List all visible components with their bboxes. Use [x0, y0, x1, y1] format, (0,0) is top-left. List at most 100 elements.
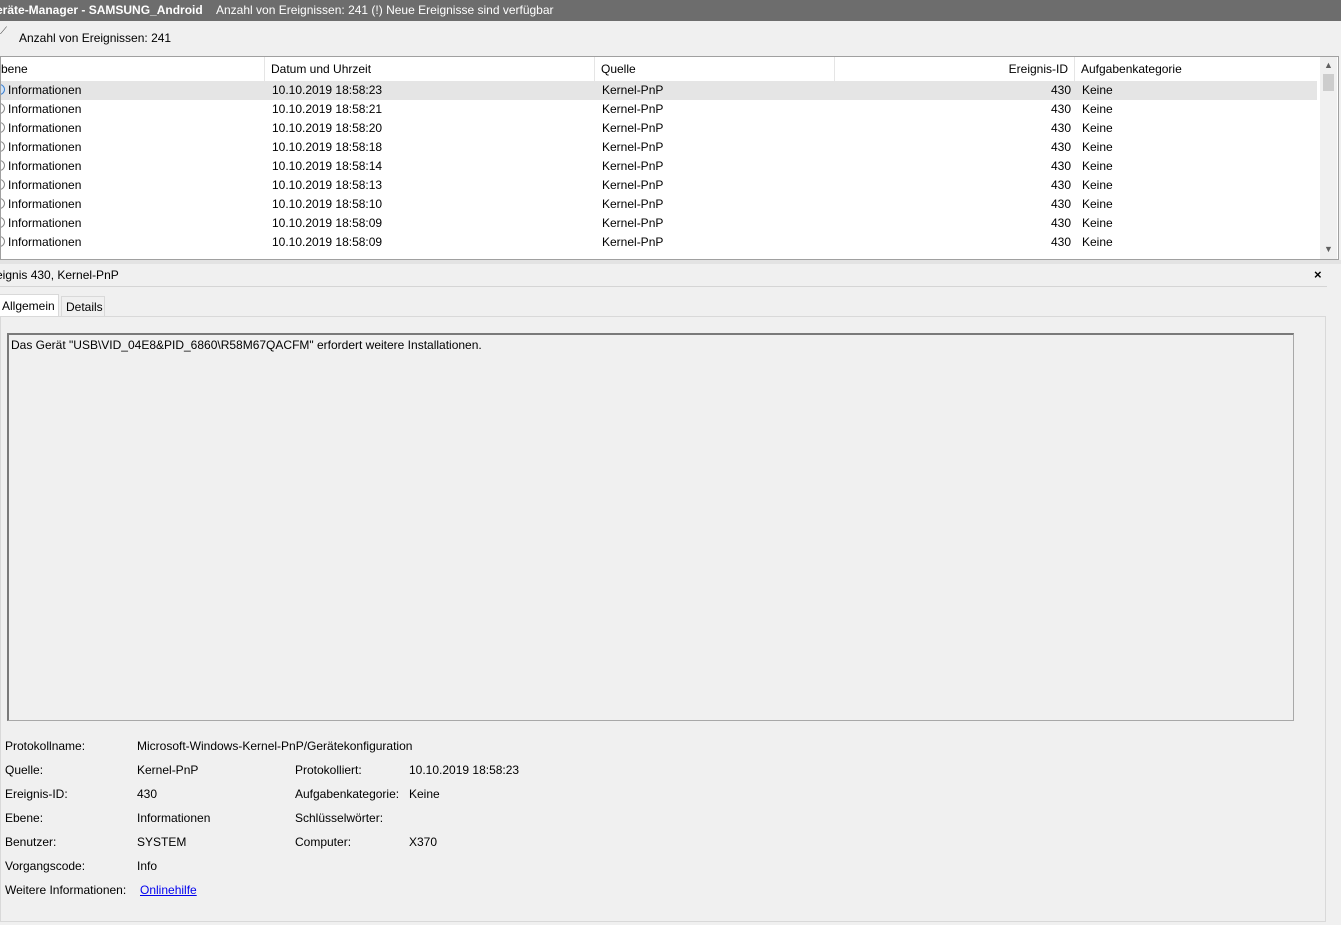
filter-icon[interactable]: ⟋: [0, 27, 8, 37]
info-icon: [1, 84, 5, 95]
table-row[interactable]: Informationen 10.10.2019 18:58:09 Kernel-P…: [1, 214, 1317, 233]
cell-date: 10.10.2019 18:58:14: [272, 159, 383, 173]
cell-level: Informationen: [8, 216, 82, 230]
cell-task-category: Keine: [1082, 159, 1113, 173]
info-icon: [1, 217, 5, 228]
table-row[interactable]: Informationen 10.10.2019 18:58:13 Kernel-P…: [1, 176, 1317, 195]
label-log-name: Protokollname:: [5, 739, 86, 753]
value-user: SYSTEM: [137, 835, 187, 849]
cell-date: 10.10.2019 18:58:18: [272, 140, 383, 154]
info-icon: [1, 160, 5, 171]
table-row[interactable]: Informationen 10.10.2019 18:58:23 Kernel-P…: [1, 81, 1317, 100]
cell-event-id: 430: [1050, 102, 1071, 116]
cell-task-category: Keine: [1082, 216, 1113, 230]
value-task-category: Keine: [409, 787, 440, 801]
cell-level: Informationen: [8, 121, 82, 135]
cell-date: 10.10.2019 18:58:23: [272, 83, 383, 97]
table-row[interactable]: Informationen 10.10.2019 18:58:20 Kernel-P…: [1, 119, 1317, 138]
cell-task-category: Keine: [1082, 121, 1113, 135]
label-logged: Protokolliert:: [295, 763, 362, 777]
cell-source: Kernel-PnP: [602, 178, 664, 192]
table-row[interactable]: Informationen 10.10.2019 18:58:09 Kernel-P…: [1, 233, 1317, 252]
info-icon: [1, 198, 5, 209]
close-icon[interactable]: ×: [1314, 264, 1322, 286]
cell-task-category: Keine: [1082, 235, 1113, 249]
cell-date: 10.10.2019 18:58:10: [272, 197, 383, 211]
cell-level: Informationen: [8, 140, 82, 154]
label-opcode: Vorgangscode:: [5, 859, 86, 873]
value-logged: 10.10.2019 18:58:23: [409, 763, 520, 777]
cell-source: Kernel-PnP: [602, 140, 664, 154]
cell-source: Kernel-PnP: [602, 102, 664, 116]
label-source: Quelle:: [5, 763, 44, 777]
column-header-event-id[interactable]: Ereignis-ID: [835, 57, 1075, 81]
table-row[interactable]: Informationen 10.10.2019 18:58:18 Kernel-P…: [1, 138, 1317, 157]
scroll-up-icon[interactable]: ▲: [1323, 59, 1334, 71]
scroll-down-icon[interactable]: ▼: [1323, 243, 1334, 255]
cell-level: Informationen: [8, 102, 82, 116]
info-icon: [1, 141, 5, 152]
info-icon: [1, 103, 5, 114]
detail-title: eignis 430, Kernel-PnP: [0, 268, 119, 282]
table-header: bene Datum und Uhrzeit Quelle Ereignis-I…: [1, 57, 1317, 82]
cell-level: Informationen: [8, 197, 82, 211]
label-task-category: Aufgabenkategorie:: [295, 787, 400, 801]
cell-source: Kernel-PnP: [602, 83, 664, 97]
cell-date: 10.10.2019 18:58:13: [272, 178, 383, 192]
column-header-level[interactable]: bene: [1, 57, 265, 81]
cell-event-id: 430: [1050, 83, 1071, 97]
cell-event-id: 430: [1050, 121, 1071, 135]
cell-date: 10.10.2019 18:58:09: [272, 235, 383, 249]
cell-task-category: Keine: [1082, 102, 1113, 116]
column-header-date[interactable]: Datum und Uhrzeit: [265, 57, 595, 81]
label-user: Benutzer:: [5, 835, 57, 849]
event-count-bar: Anzahl von Ereignissen: 241: [0, 22, 1341, 55]
cell-event-id: 430: [1050, 159, 1071, 173]
detail-header: eignis 430, Kernel-PnP ×: [0, 264, 1341, 287]
scroll-thumb[interactable]: [1323, 74, 1334, 91]
label-more-info: Weitere Informationen:: [5, 883, 127, 897]
cell-source: Kernel-PnP: [602, 159, 664, 173]
tab-general[interactable]: Allgemein: [0, 294, 59, 317]
cell-date: 10.10.2019 18:58:09: [272, 216, 383, 230]
table-row[interactable]: Informationen 10.10.2019 18:58:21 Kernel-P…: [1, 100, 1317, 119]
value-level: Informationen: [137, 811, 211, 825]
info-icon: [1, 236, 5, 247]
cell-level: Informationen: [8, 235, 82, 249]
table-row[interactable]: Informationen 10.10.2019 18:58:10 Kernel-P…: [1, 195, 1317, 214]
cell-event-id: 430: [1050, 197, 1071, 211]
cell-date: 10.10.2019 18:58:21: [272, 102, 383, 116]
value-event-id: 430: [137, 787, 158, 801]
cell-level: Informationen: [8, 83, 82, 97]
table-body: Informationen 10.10.2019 18:58:23 Kernel-P…: [1, 81, 1317, 252]
value-log-name: Microsoft-Windows-Kernel-PnP/Gerätekonfi…: [137, 739, 413, 753]
label-keywords: Schlüsselwörter:: [295, 811, 384, 825]
value-opcode: Info: [137, 859, 158, 873]
info-icon: [1, 179, 5, 190]
cell-level: Informationen: [8, 159, 82, 173]
cell-source: Kernel-PnP: [602, 235, 664, 249]
cell-task-category: Keine: [1082, 83, 1113, 97]
label-level: Ebene:: [5, 811, 44, 825]
table-scrollbar[interactable]: ▲ ▼: [1320, 57, 1337, 259]
cell-date: 10.10.2019 18:58:20: [272, 121, 383, 135]
column-header-source[interactable]: Quelle: [595, 57, 835, 81]
info-icon: [1, 122, 5, 133]
cell-source: Kernel-PnP: [602, 216, 664, 230]
table-row[interactable]: Informationen 10.10.2019 18:58:14 Kernel-P…: [1, 157, 1317, 176]
event-description: Das Gerät "USB\VID_04E8&PID_6860\R58M67Q…: [7, 333, 1294, 721]
value-computer: X370: [409, 835, 438, 849]
cell-event-id: 430: [1050, 140, 1071, 154]
label-computer: Computer:: [295, 835, 352, 849]
detail-scrollbar[interactable]: [1327, 264, 1341, 924]
tab-details[interactable]: Details: [61, 296, 105, 316]
column-header-task-category[interactable]: Aufgabenkategorie: [1075, 57, 1317, 81]
label-event-id: Ereignis-ID:: [5, 787, 68, 801]
cell-level: Informationen: [8, 178, 82, 192]
window-status: Anzahl von Ereignissen: 241 (!) Neue Ere…: [216, 3, 554, 17]
title-bar: eräte-Manager - SAMSUNG_Android Anzahl v…: [0, 0, 1341, 21]
cell-event-id: 430: [1050, 235, 1071, 249]
value-source: Kernel-PnP: [137, 763, 199, 777]
online-help-link[interactable]: Onlinehilfe: [140, 882, 197, 898]
detail-tabs: Allgemein Details: [0, 294, 300, 317]
